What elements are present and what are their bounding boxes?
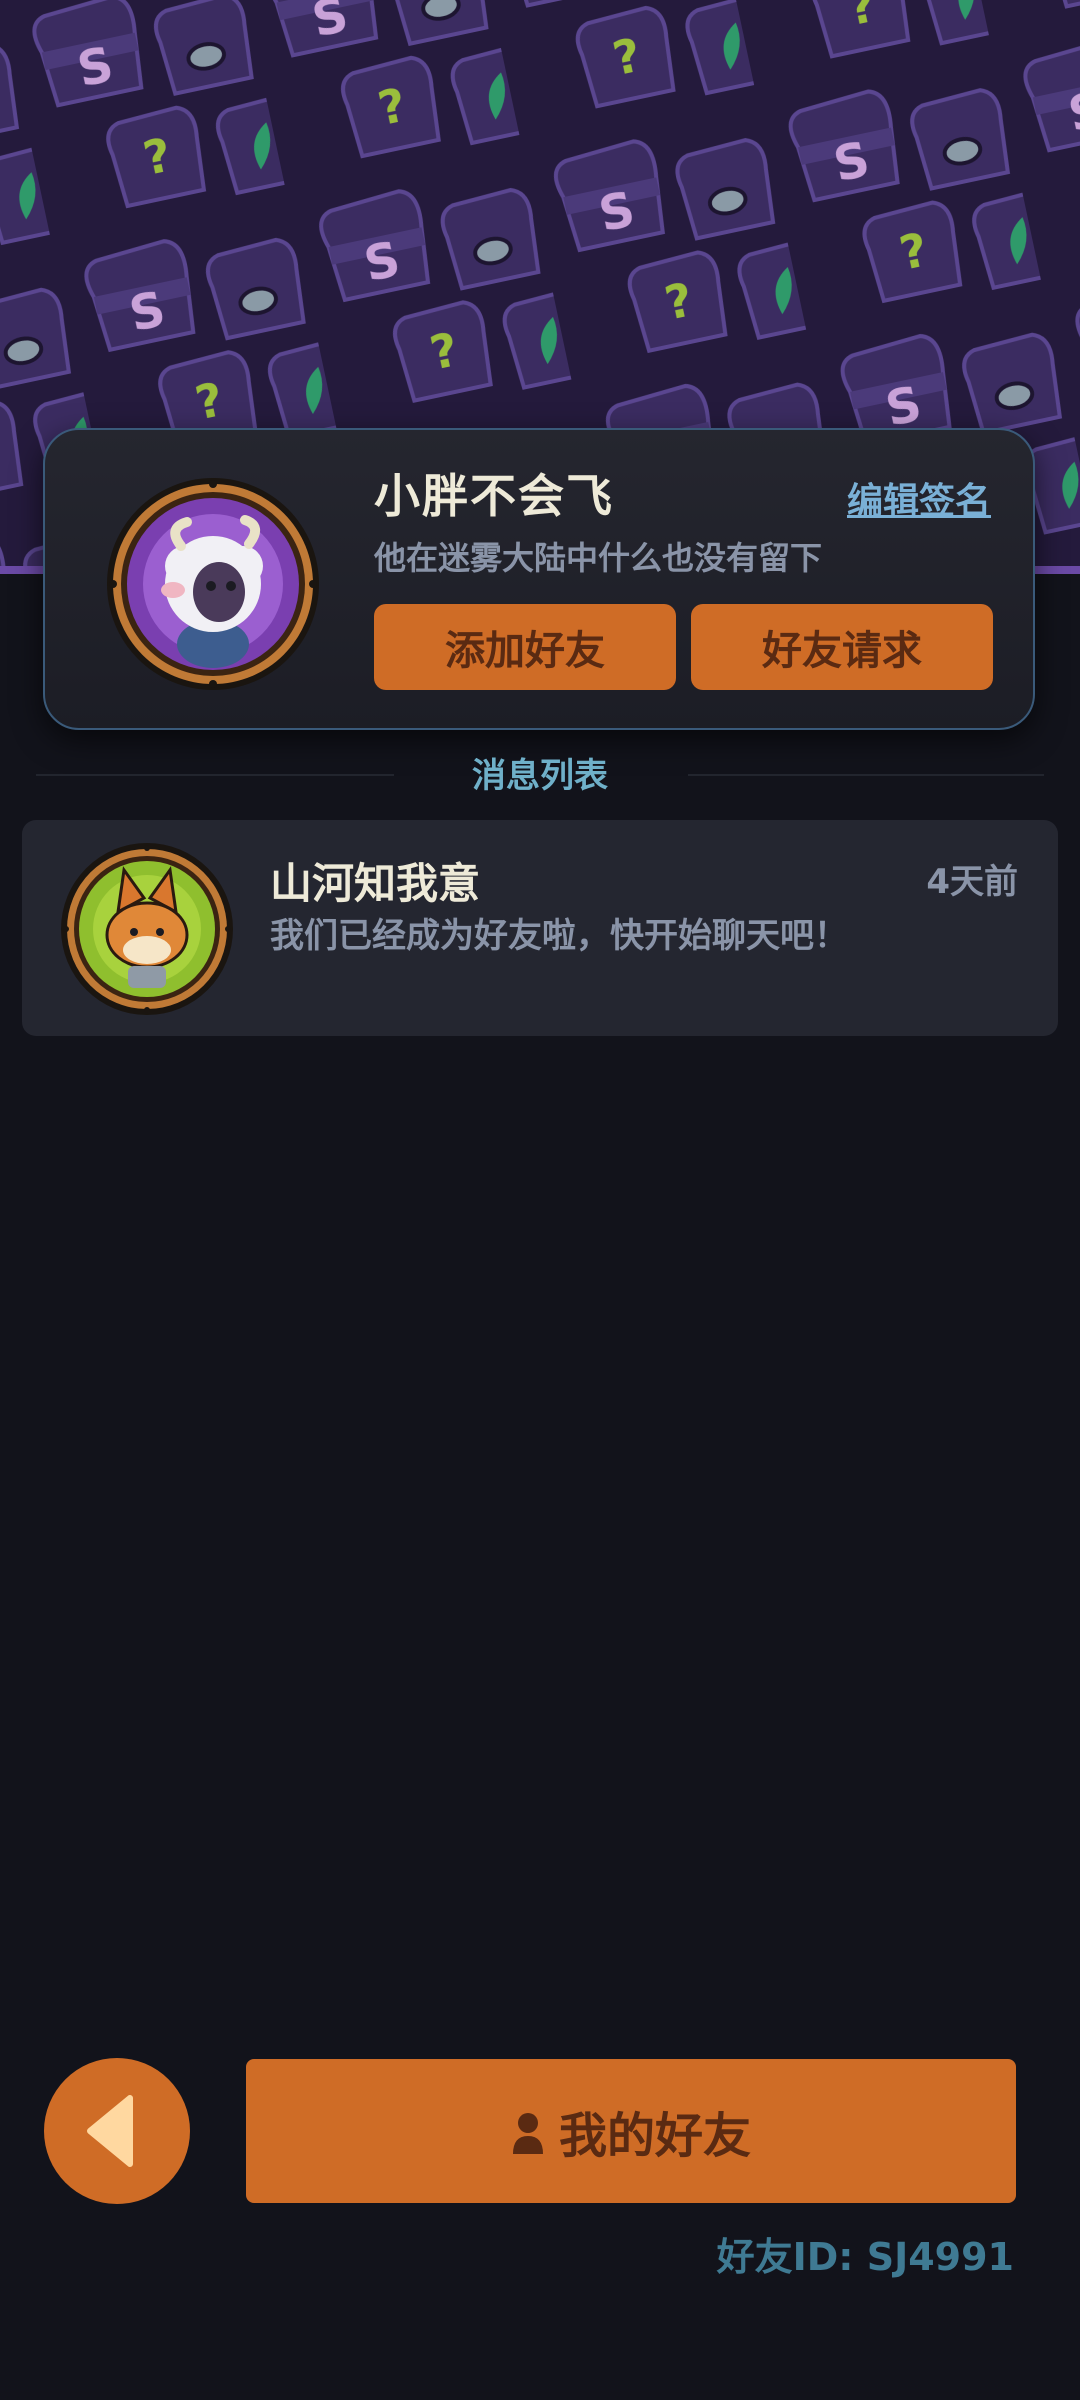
back-arrow-icon — [87, 2095, 133, 2167]
message-list-item[interactable]: 山河知我意 4天前 我们已经成为好友啦，快开始聊天吧！ — [22, 820, 1058, 1036]
my-friends-button[interactable]: 我的好友 — [246, 2059, 1016, 2203]
person-icon — [511, 2110, 545, 2154]
profile-signature: 他在迷雾大陆中什么也没有留下 — [374, 539, 823, 577]
friend-id-label: 好友ID: SJ4991 — [716, 2235, 1014, 2279]
my-friends-label: 我的好友 — [558, 2108, 751, 2164]
message-list-title: 消息列表 — [472, 756, 608, 796]
back-button[interactable] — [44, 2058, 190, 2204]
add-friend-button[interactable]: 添加好友 — [374, 604, 676, 690]
friend-request-button[interactable]: 好友请求 — [691, 604, 993, 690]
message-timestamp: 4天前 — [926, 862, 1018, 902]
profile-card: 小胖不会飞 编辑签名 他在迷雾大陆中什么也没有留下 添加好友 好友请求 — [43, 428, 1035, 730]
edit-signature-link[interactable]: 编辑签名 — [847, 472, 991, 524]
message-sender-name: 山河知我意 — [270, 859, 481, 908]
message-preview: 我们已经成为好友啦，快开始聊天吧！ — [270, 916, 848, 956]
fox-avatar-icon — [58, 840, 236, 1018]
sheep-avatar-icon[interactable] — [103, 474, 323, 694]
profile-name: 小胖不会飞 — [374, 469, 614, 523]
